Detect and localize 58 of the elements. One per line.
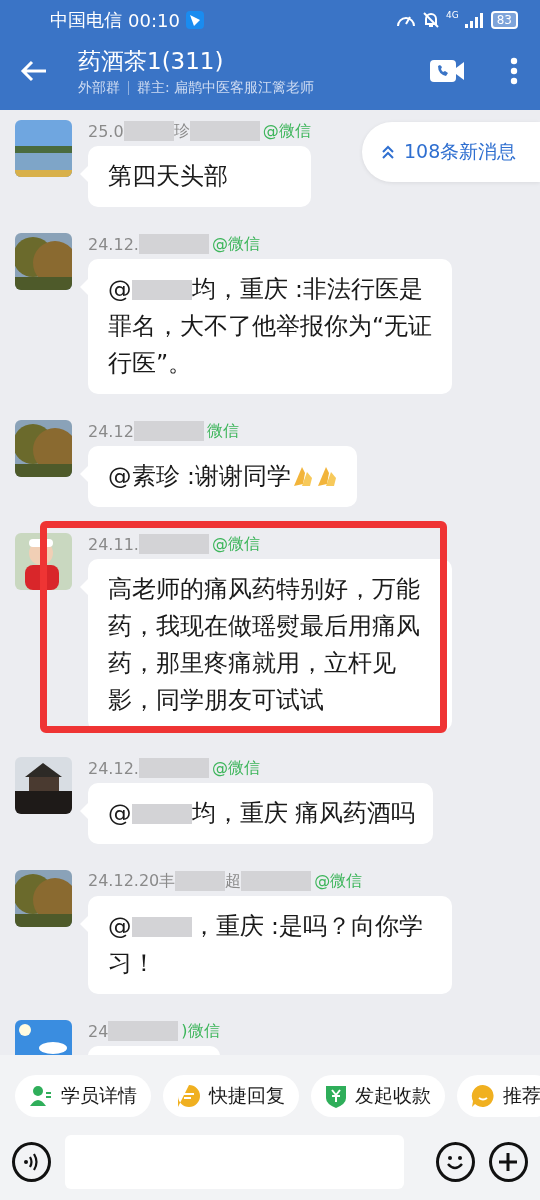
message-text: @素珍 :谢谢同学	[108, 462, 291, 490]
quick-action-chip[interactable]: 推荐	[457, 1075, 540, 1117]
redaction-block	[241, 871, 312, 891]
smiley-bubble-icon	[471, 1084, 495, 1108]
quick-action-chip[interactable]: 学员详情	[15, 1075, 151, 1117]
redaction-block	[189, 121, 260, 141]
chat-title: 药酒茶1(311)	[78, 46, 225, 76]
signal-icon	[464, 12, 485, 28]
double-chevron-up-icon	[380, 144, 396, 160]
sender-source: @微信	[314, 870, 363, 892]
sender-name: 24	[88, 1021, 109, 1041]
quick-action-chip[interactable]: 快捷回复	[163, 1075, 299, 1117]
sender-name: 超	[225, 870, 242, 892]
back-button[interactable]	[20, 59, 48, 83]
sender-name: 24.12.	[88, 758, 139, 778]
sender-source: 微信	[206, 420, 239, 442]
group-owner-label: 群主: 扁鹊中医客服江篱老师	[137, 78, 315, 97]
app-notification-icon	[185, 11, 204, 29]
redaction-block	[138, 758, 209, 778]
emoji-button[interactable]	[435, 1142, 475, 1182]
muted-bell-icon	[422, 11, 440, 29]
sender-name: 25.0	[88, 121, 124, 141]
more-menu-button[interactable]	[510, 57, 518, 85]
carrier-name: 中国电信	[50, 8, 122, 32]
message-text: @ 均，重庆 :非法行医是罪名，大不了他举报你为“无证行医”。	[108, 274, 434, 379]
sender-name: 24.12.	[88, 234, 139, 254]
shield-yen-icon	[325, 1084, 347, 1108]
redaction-block	[123, 121, 174, 141]
sender-name: 24.12.20丰	[88, 870, 176, 892]
sender-source: @微信	[211, 757, 260, 779]
video-call-button[interactable]	[430, 58, 466, 84]
plus-icon	[498, 1152, 519, 1172]
sender-name: 24.11.	[88, 534, 139, 554]
network-type: 4G	[446, 10, 459, 20]
message-text: 第四天头部	[108, 161, 229, 192]
sender-name: 珍	[173, 120, 190, 142]
sender-name: 24.12	[88, 421, 134, 441]
quick-action-chip[interactable]: 发起收款	[311, 1075, 445, 1117]
clock-time: 00:10	[128, 9, 180, 31]
redaction-block	[133, 421, 204, 441]
redaction-block	[138, 234, 209, 254]
sender-source: @微信	[211, 533, 260, 555]
message-text: 高老师的痛风药特别好，万能药，我现在做瑶熨最后用痛风药，那里疼痛就用，立杆见影，同学朋友可试试	[108, 574, 421, 716]
message-text: @ ，重庆 :是吗？向你学习！	[108, 911, 424, 979]
add-button[interactable]	[488, 1142, 528, 1182]
new-messages-button[interactable]: 108条新消息	[362, 122, 540, 182]
message-text: @ 均，重庆 痛风药酒吗	[108, 798, 415, 829]
group-type-label: 外部群	[78, 78, 120, 97]
redaction-block	[138, 534, 209, 554]
sender-source: )微信	[181, 1020, 220, 1042]
sender-source: @微信	[262, 120, 311, 142]
redaction-block	[108, 1021, 179, 1041]
voice-input-button[interactable]	[12, 1142, 52, 1182]
chat-bubble-icon	[177, 1084, 201, 1108]
sender-source: @微信	[211, 233, 260, 255]
battery-level: 83	[490, 11, 518, 29]
person-icon	[29, 1084, 53, 1108]
redaction-block	[175, 871, 226, 891]
